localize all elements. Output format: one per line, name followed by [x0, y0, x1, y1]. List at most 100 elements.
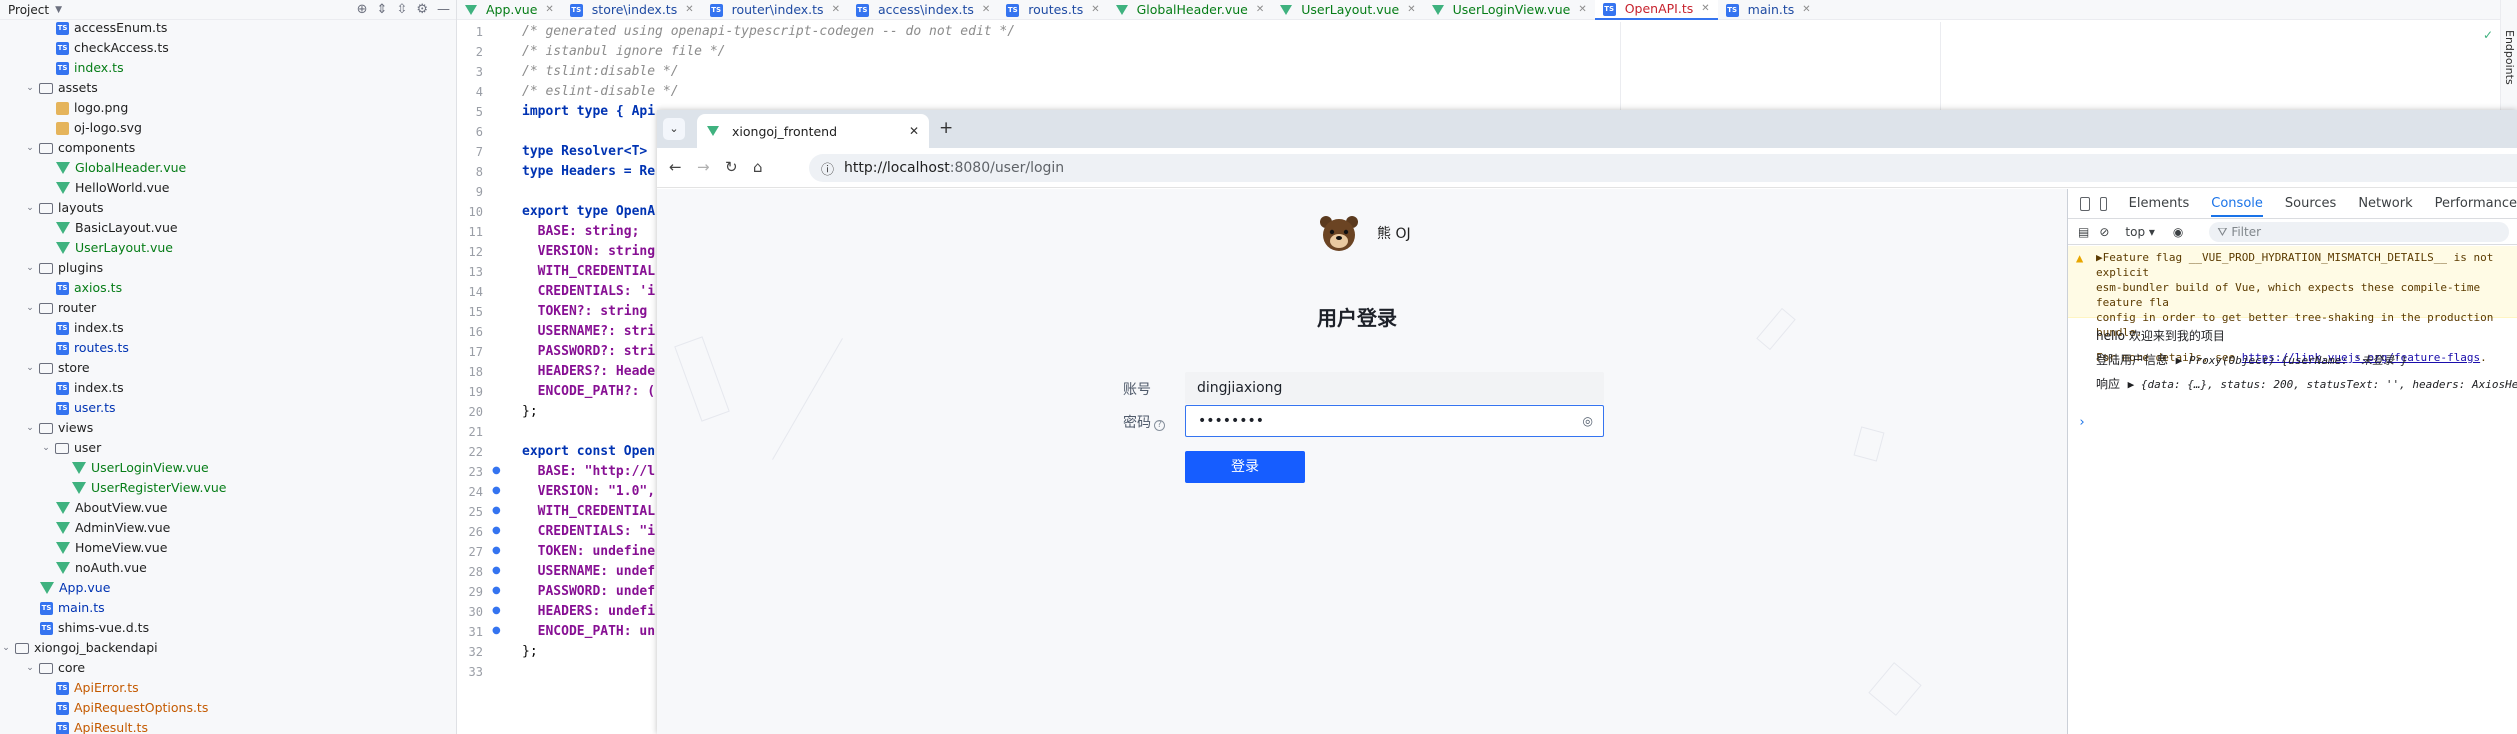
close-icon[interactable]: ✕ [1256, 0, 1264, 20]
implementation-marker-icon[interactable]: ● [492, 545, 502, 556]
editor-tab[interactable]: UserLayout.vue ✕ [1272, 0, 1423, 20]
file-item[interactable]: UserLoginView.vue [72, 458, 209, 478]
folder-item[interactable]: ⌄ store [24, 358, 89, 378]
editor-tab[interactable]: TS routes.ts ✕ [998, 0, 1107, 20]
close-icon[interactable]: ✕ [909, 124, 919, 138]
editor-tab[interactable]: GlobalHeader.vue ✕ [1108, 0, 1273, 20]
console-prompt[interactable]: › [2078, 415, 2086, 430]
file-item[interactable]: TS shims-vue.d.ts [40, 618, 149, 638]
editor-tab[interactable]: TS OpenAPI.ts ✕ [1594, 0, 1718, 20]
file-item[interactable]: TS main.ts [40, 598, 105, 618]
file-item[interactable]: App.vue [40, 578, 110, 598]
login-button[interactable]: 登录 [1185, 451, 1305, 483]
project-title[interactable]: Project [8, 3, 49, 17]
file-item[interactable]: AdminView.vue [56, 518, 170, 538]
devtools-tab[interactable]: Elements [2129, 196, 2190, 211]
proxy-object[interactable]: ▶ Proxy(Object) {userName: '未登录'} [2176, 354, 2408, 367]
close-icon[interactable]: ✕ [1802, 0, 1810, 20]
close-icon[interactable]: ✕ [1407, 0, 1415, 20]
file-item[interactable]: oj-logo.svg [56, 118, 142, 138]
file-item[interactable]: logo.png [56, 98, 128, 118]
close-icon[interactable]: ✕ [1091, 0, 1099, 20]
folder-item[interactable]: ⌄ layouts [24, 198, 103, 218]
implementation-marker-icon[interactable]: ● [492, 565, 502, 576]
editor-tab[interactable]: UserLoginView.vue ✕ [1424, 0, 1595, 20]
implementation-marker-icon[interactable]: ● [492, 585, 502, 596]
devtools-tab[interactable]: Console [2211, 196, 2263, 217]
expand-all-icon[interactable]: ⇕ [377, 2, 388, 17]
collapse-all-icon[interactable]: ⇳ [396, 2, 407, 17]
folder-item[interactable]: ⌄ user [40, 438, 101, 458]
folder-item[interactable]: ⌄ xiongoj_backendapi [0, 638, 157, 658]
file-item[interactable]: noAuth.vue [56, 558, 147, 578]
file-item[interactable]: TS checkAccess.ts [56, 38, 169, 58]
file-item[interactable]: HelloWorld.vue [56, 178, 170, 198]
browser-tab[interactable]: xiongoj_frontend ✕ [697, 114, 929, 148]
file-item[interactable]: TS index.ts [56, 318, 124, 338]
endpoints-tool-button[interactable]: Endpoints [2503, 30, 2516, 85]
editor-tab[interactable]: TS store\index.ts ✕ [562, 0, 702, 20]
implementation-marker-icon[interactable]: ● [492, 605, 502, 616]
file-item[interactable]: UserLayout.vue [56, 238, 173, 258]
editor-tab[interactable]: TS access\index.ts ✕ [848, 0, 998, 20]
folder-item[interactable]: ⌄ plugins [24, 258, 103, 278]
minimize-icon[interactable]: — [437, 2, 450, 17]
password-input[interactable]: •••••••• ◎ [1185, 405, 1604, 437]
editor-tab[interactable]: App.vue ✕ [457, 0, 562, 20]
close-icon[interactable]: ✕ [1701, 0, 1709, 19]
implementation-marker-icon[interactable]: ● [492, 525, 502, 536]
eye-icon[interactable]: ◉ [2173, 225, 2183, 239]
site-info-icon[interactable]: ⓘ [821, 159, 834, 178]
file-item[interactable]: AboutView.vue [56, 498, 167, 518]
file-item[interactable]: GlobalHeader.vue [56, 158, 186, 178]
account-input[interactable]: dingjiaxiong [1185, 372, 1604, 404]
close-icon[interactable]: ✕ [545, 0, 553, 20]
tab-search-icon[interactable]: ⌄ [663, 118, 685, 140]
chevron-down-icon[interactable]: ⌄ [24, 658, 36, 678]
chevron-down-icon[interactable]: ⌄ [24, 78, 36, 98]
implementation-marker-icon[interactable]: ● [492, 505, 502, 516]
chevron-down-icon[interactable]: ⌄ [0, 638, 12, 658]
file-item[interactable]: BasicLayout.vue [56, 218, 178, 238]
file-item[interactable]: TS user.ts [56, 398, 116, 418]
response-object[interactable]: ▶ {data: {…}, status: 200, statusText: '… [2128, 378, 2517, 391]
folder-item[interactable]: ⌄ views [24, 418, 93, 438]
implementation-marker-icon[interactable]: ● [492, 465, 502, 476]
chevron-down-icon[interactable]: ⌄ [24, 258, 36, 278]
chevron-down-icon[interactable]: ⌄ [40, 438, 52, 458]
clear-console-icon[interactable]: ⊘ [2099, 225, 2109, 239]
chevron-down-icon[interactable]: ⌄ [24, 358, 36, 378]
file-item[interactable]: UserRegisterView.vue [72, 478, 226, 498]
file-item[interactable]: TS axios.ts [56, 278, 122, 298]
folder-item[interactable]: ⌄ assets [24, 78, 98, 98]
chevron-down-icon[interactable]: ⌄ [24, 138, 36, 158]
inspect-element-icon[interactable] [2080, 196, 2090, 211]
editor-tab[interactable]: TS router\index.ts ✕ [702, 0, 848, 20]
close-icon[interactable]: ✕ [1578, 0, 1586, 20]
back-arrow-icon[interactable]: ← [669, 158, 682, 176]
chevron-down-icon[interactable]: ▼ [55, 5, 62, 15]
close-icon[interactable]: ✕ [982, 0, 990, 20]
file-item[interactable]: TS ApiError.ts [56, 678, 139, 698]
file-item[interactable]: TS index.ts [56, 378, 124, 398]
chevron-down-icon[interactable]: ⌄ [24, 198, 36, 218]
file-item[interactable]: TS index.ts [56, 58, 124, 78]
close-icon[interactable]: ✕ [832, 0, 840, 20]
folder-item[interactable]: ⌄ core [24, 658, 85, 678]
warning-line[interactable]: ▶Feature flag __VUE_PROD_HYDRATION_MISMA… [2096, 250, 2517, 280]
sidebar-icon[interactable]: ▤ [2078, 225, 2089, 239]
file-item[interactable]: TS ApiResult.ts [56, 718, 148, 734]
editor-tab[interactable]: TS main.ts ✕ [1718, 0, 1819, 20]
reload-icon[interactable]: ↻ [725, 158, 738, 176]
locate-icon[interactable]: ⊕ [357, 2, 368, 17]
gear-icon[interactable]: ⚙ [416, 2, 428, 17]
eye-off-icon[interactable]: ◎ [1583, 406, 1593, 436]
filter-input[interactable]: ⛛ Filter [2209, 221, 2510, 242]
new-tab-icon[interactable]: + [939, 118, 953, 138]
address-bar[interactable]: ⓘ http://localhost:8080/user/login [809, 154, 2517, 182]
devtools-tab[interactable]: Sources [2285, 196, 2336, 211]
implementation-marker-icon[interactable]: ● [492, 485, 502, 496]
file-item[interactable]: TS accessEnum.ts [56, 18, 167, 38]
file-item[interactable]: HomeView.vue [56, 538, 167, 558]
implementation-marker-icon[interactable]: ● [492, 625, 502, 636]
